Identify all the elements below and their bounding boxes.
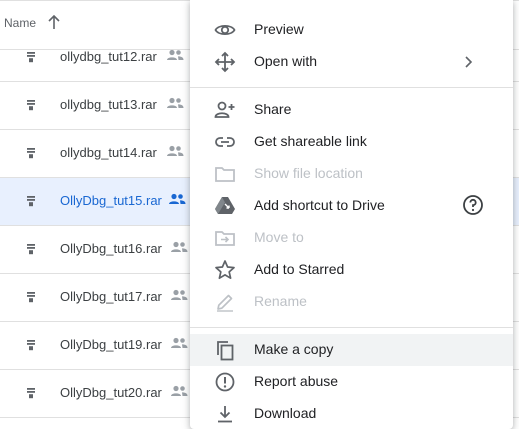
menu-item-get-link[interactable]: Get shareable link [190,126,513,158]
menu-divider [190,327,513,328]
menu-item-label: Open with [254,53,318,69]
menu-item-add-shortcut[interactable]: Add shortcut to Drive [190,190,513,222]
copy-icon [217,341,234,361]
add-person-icon [214,101,235,118]
menu-item-label: Make a copy [254,341,334,357]
archive-file-icon [27,196,35,207]
archive-file-icon [27,340,35,351]
shared-people-icon [171,337,188,348]
folder-icon [215,167,235,182]
file-name: OllyDbg_tut17.rar [60,289,162,304]
arrow-up-icon[interactable] [47,13,61,31]
file-name: ollydbg_tut14.rar [60,145,157,160]
move-to-folder-icon [215,231,235,246]
archive-file-icon [27,292,35,303]
menu-item-label: Move to [254,229,304,245]
star-icon [215,260,235,280]
shared-people-icon [167,97,184,108]
menu-item-report-abuse[interactable]: Report abuse [190,366,513,398]
archive-file-icon [27,388,35,399]
menu-item-share[interactable]: Share [190,94,513,126]
menu-item-preview[interactable]: Preview [190,14,513,46]
shared-people-icon [167,145,184,156]
move-arrows-icon [214,51,236,73]
menu-item-label: Download [254,405,317,421]
menu-item-add-starred[interactable]: Add to Starred [190,254,513,286]
link-icon [215,137,235,147]
file-name: OllyDbg_tut16.rar [60,241,162,256]
menu-item-rename[interactable]: Rename [190,286,513,318]
menu-item-label: Preview [254,21,304,37]
chevron-right-icon [465,56,473,68]
menu-item-label: Report abuse [254,373,339,389]
menu-item-label: Add shortcut to Drive [254,197,385,213]
help-circle-icon[interactable] [461,193,485,217]
menu-item-move-to[interactable]: Move to [190,222,513,254]
menu-item-download[interactable]: Download [190,398,513,429]
context-menu: Preview Open with Share Get shareable li… [190,0,513,429]
menu-item-make-copy[interactable]: Make a copy [190,334,513,366]
menu-divider [190,87,513,88]
file-name: ollydbg_tut13.rar [60,97,157,112]
file-name: OllyDbg_tut20.rar [60,385,162,400]
menu-item-open-with[interactable]: Open with [190,46,513,78]
shared-people-icon [171,241,188,252]
archive-file-icon [27,244,35,255]
drive-shortcut-icon [215,197,235,214]
shared-people-icon [171,289,188,300]
menu-item-label: Share [254,101,292,117]
menu-item-label: Rename [254,293,307,309]
menu-item-label: Add to Starred [254,261,345,277]
pencil-icon [217,294,233,312]
name-column-header[interactable]: Name [4,16,36,30]
shared-people-icon [169,193,186,204]
menu-item-label: Get shareable link [254,133,367,149]
shared-people-icon [167,49,184,60]
file-name: ollydbg_tut12.rar [60,49,157,64]
alert-circle-icon [215,372,235,392]
menu-item-show-location[interactable]: Show file location [190,158,513,190]
shared-people-icon [171,385,188,396]
file-name: OllyDbg_tut19.rar [60,337,162,352]
download-icon [218,406,232,423]
archive-file-icon [27,52,35,63]
archive-file-icon [27,148,35,159]
archive-file-icon [27,100,35,111]
file-name: OllyDbg_tut15.rar [60,193,162,208]
eye-icon [214,24,236,36]
menu-item-label: Show file location [254,165,363,181]
